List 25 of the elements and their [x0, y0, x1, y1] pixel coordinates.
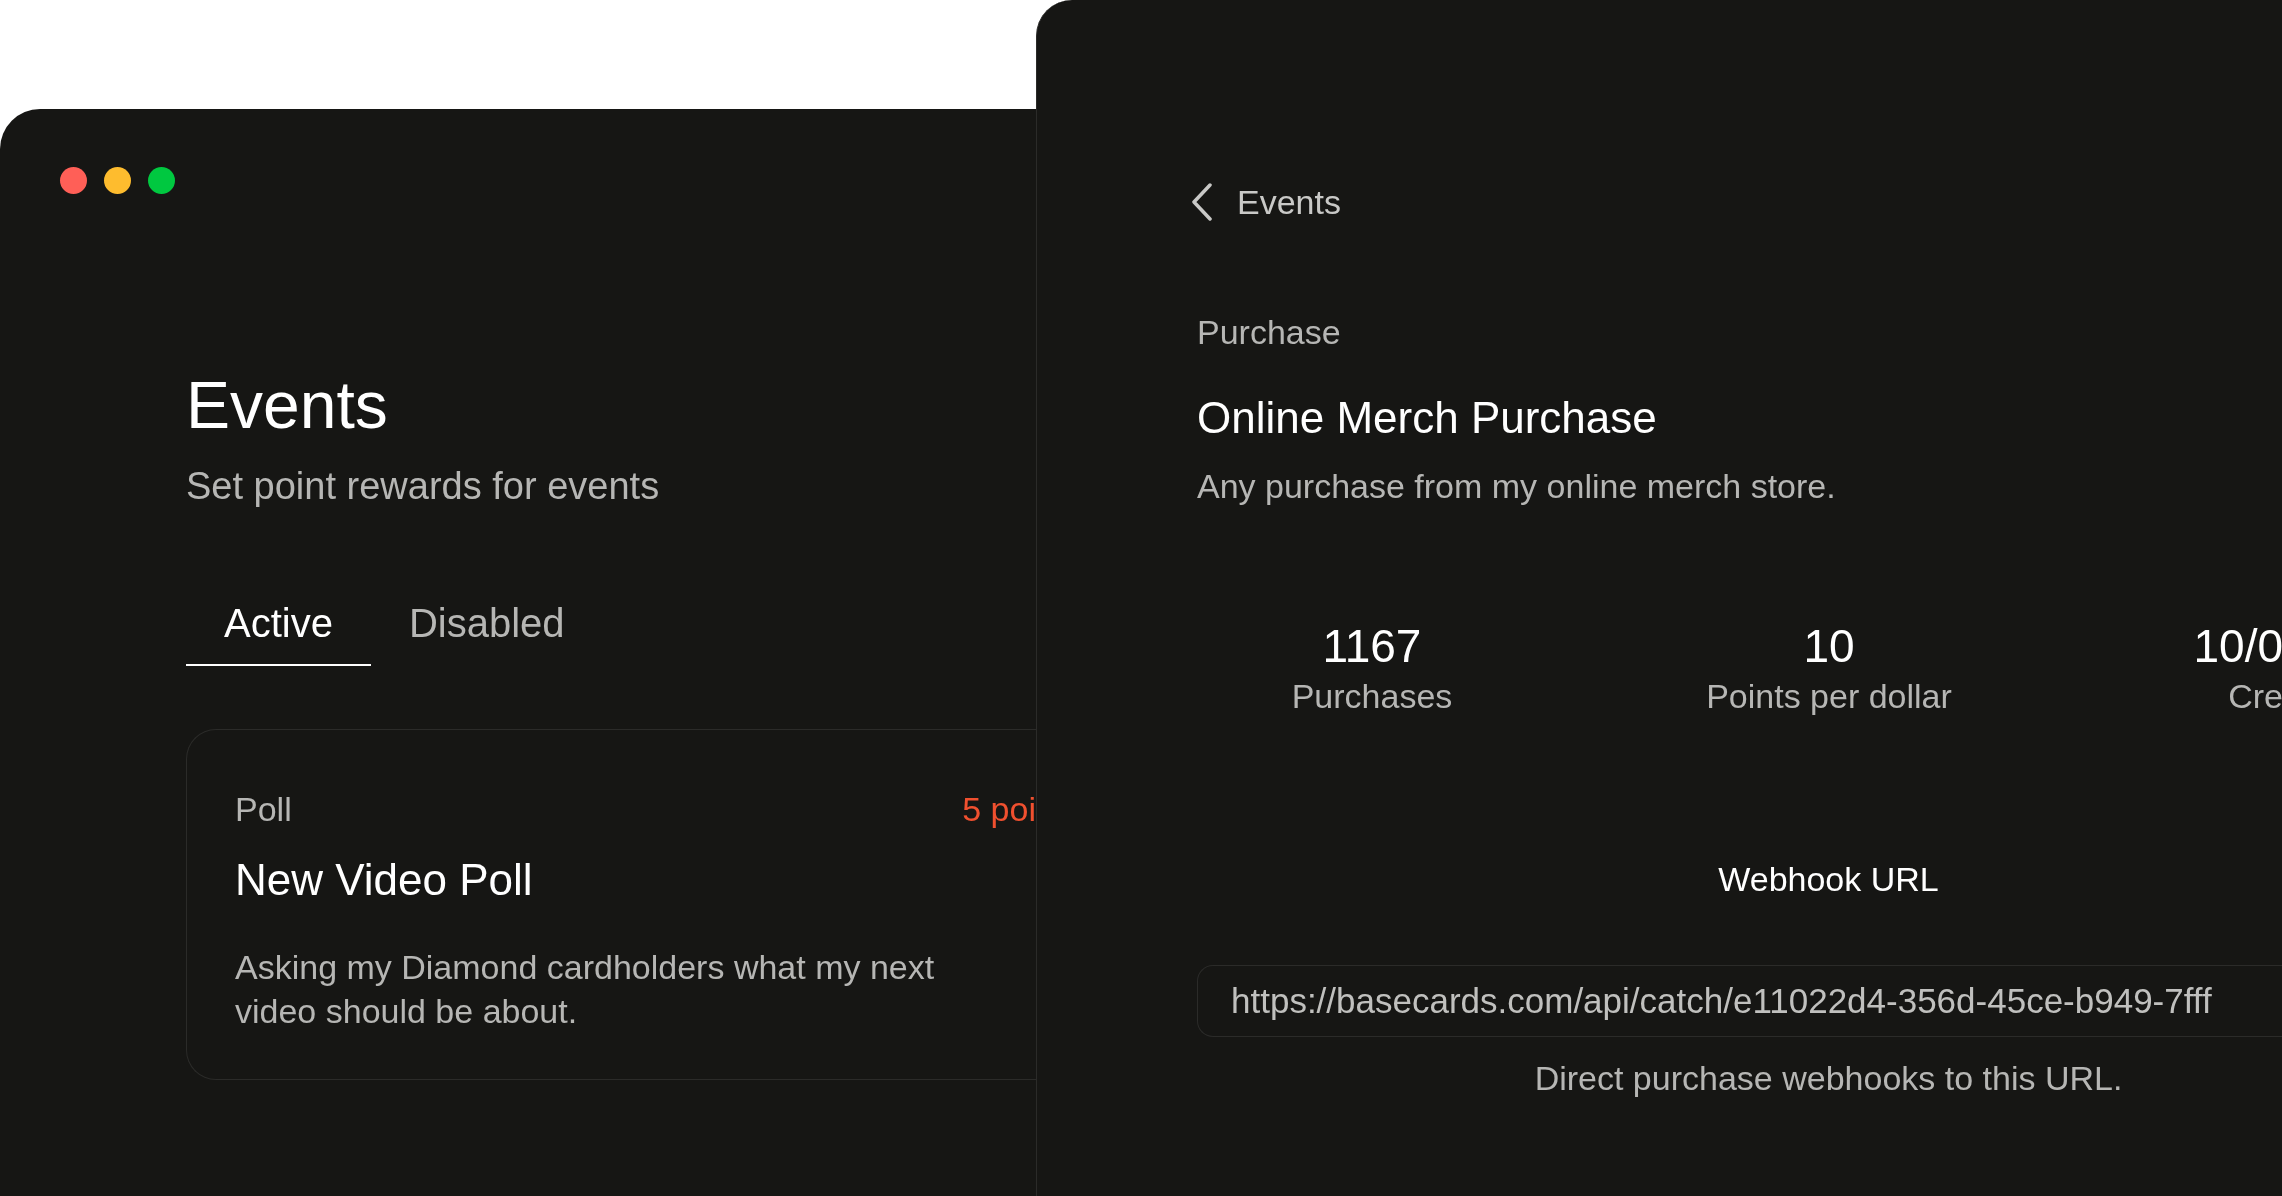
webhook-help-text: Direct purchase webhooks to this URL. [1534, 1058, 2123, 1098]
window-control-button[interactable] [104, 167, 131, 194]
back-button[interactable]: Events [1191, 182, 1341, 222]
stat-label: Points per dollar [1706, 676, 1952, 716]
stat-value: 10/0 [2193, 619, 2282, 673]
page-subtitle: Set point rewards for events [186, 464, 660, 508]
window-control-button[interactable] [60, 167, 87, 194]
event-type-label: Poll [235, 789, 292, 829]
webhook-url-field[interactable]: https://basecards.com/api/catch/e11022d4-356d-45ce-b949-7fff [1197, 965, 2282, 1037]
tab[interactable]: Active [186, 599, 371, 666]
page-title: Events [186, 369, 388, 441]
stat-label: Purchases [1291, 676, 1453, 716]
event-description: Any purchase from my online merch store. [1197, 466, 1836, 506]
stat-value: 10 [1803, 619, 1855, 673]
window-control-button[interactable] [148, 167, 175, 194]
tab[interactable]: Disabled [370, 599, 603, 666]
points-label: 5 poi [962, 789, 1036, 829]
webhook-label: Webhook URL [1718, 859, 1939, 899]
stat-label: Cre [2228, 676, 2282, 716]
event-title: Online Merch Purchase [1197, 392, 1657, 444]
event-description: Asking my Diamond cardholders what my next video should be about. [235, 947, 936, 1032]
stat-value: 1167 [1322, 619, 1422, 673]
event-type-label: Purchase [1197, 312, 1341, 352]
event-title: New Video Poll [235, 854, 533, 906]
chevron-left-icon [1191, 183, 1213, 221]
